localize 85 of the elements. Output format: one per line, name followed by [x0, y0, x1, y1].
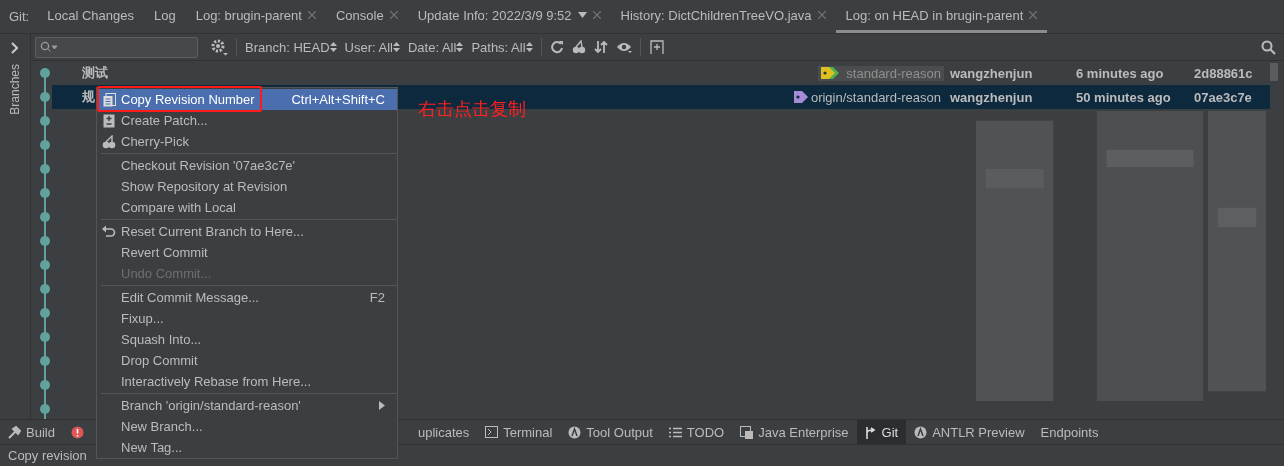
tool-window-button[interactable]: Tool Output	[560, 420, 661, 444]
commit-time: 50 minutes ago	[1076, 89, 1172, 105]
menu-item[interactable]: Compare with Local	[97, 197, 397, 218]
menu-item[interactable]: Edit Commit Message... F2	[97, 287, 397, 308]
terminal-icon	[485, 426, 499, 438]
tool-window-button[interactable]: TODO	[660, 420, 733, 444]
menu-item[interactable]: Interactively Rebase from Here...	[97, 371, 397, 392]
commit-author: wangzhenjun	[950, 65, 1034, 81]
commit-time: 6 minutes ago	[1076, 65, 1165, 81]
tag-icon	[793, 91, 808, 103]
menu-item[interactable]: Reset Current Branch to Here...	[97, 221, 397, 242]
tool-window-button[interactable]: Build	[0, 420, 63, 444]
caret-icon	[577, 12, 587, 18]
close-icon[interactable]	[592, 11, 601, 19]
close-icon[interactable]	[307, 11, 316, 19]
letter-a-circle-icon	[914, 425, 928, 439]
menu-item[interactable]: Show Repository at Revision	[97, 176, 397, 197]
menu-item[interactable]: Revert Commit	[97, 242, 397, 263]
submenu-arrow-icon	[379, 401, 385, 410]
settings-icon[interactable]	[210, 38, 228, 56]
tool-window-button[interactable]: ANTLR Preview	[906, 420, 1033, 444]
search-icon	[40, 41, 58, 53]
menu-item[interactable]: Create Patch...	[97, 110, 397, 131]
search-icon[interactable]	[1261, 39, 1276, 55]
undo-icon	[102, 225, 116, 238]
tab[interactable]: Local Changes	[37, 0, 144, 33]
tool-window-button[interactable]: uplicates	[409, 420, 478, 444]
filter-dropdown[interactable]: User: All	[344, 39, 400, 55]
new-tab-icon[interactable]	[648, 39, 665, 55]
commit-message: 测试	[82, 64, 108, 82]
tool-window-button[interactable]: Endpoints	[1032, 420, 1107, 444]
tab[interactable]: Console	[325, 0, 408, 33]
tab[interactable]: Update Info: 2022/3/9 9:52	[407, 0, 611, 33]
close-icon[interactable]	[389, 11, 398, 19]
commit-row[interactable]: 测试 standard-reason wangzhenjun 6 minutes ago 2d88861c	[52, 61, 1270, 85]
close-icon[interactable]	[1029, 11, 1038, 19]
menu-item[interactable]: Checkout Revision '07ae3c7e'	[97, 155, 397, 176]
up-down-arrows-icon	[392, 41, 400, 52]
list-icon	[668, 426, 682, 438]
menu-item[interactable]: Cherry-Pick	[97, 131, 397, 152]
tab[interactable]: Log: brugin-parent	[185, 0, 326, 33]
cherry-icon[interactable]	[571, 40, 586, 54]
refresh-icon[interactable]	[549, 40, 564, 54]
scrollbar[interactable]	[1270, 63, 1278, 81]
filter-dropdown[interactable]: Date: All	[407, 39, 464, 55]
expand-icon[interactable]	[11, 42, 19, 54]
commit-hash: 07ae3c7e	[1194, 89, 1253, 105]
error-icon	[70, 425, 84, 439]
status-text: Copy revision	[8, 448, 87, 463]
tool-window-button[interactable]: Git	[856, 420, 907, 444]
document-icon	[103, 113, 115, 128]
branches-tab[interactable]: Branches	[8, 64, 22, 115]
search-field[interactable]	[35, 36, 198, 58]
menu-item[interactable]: Fixup...	[97, 308, 397, 329]
tab[interactable]: Log	[143, 0, 186, 33]
commit-hash: 2d88861c	[1194, 65, 1254, 81]
commit-author: wangzhenjun	[950, 89, 1034, 105]
git-branch-icon	[864, 425, 877, 439]
up-down-arrows-icon	[525, 41, 533, 52]
up-down-arrows-icon	[329, 41, 337, 52]
letter-a-circle-icon	[568, 425, 582, 439]
eye-icon[interactable]	[615, 41, 632, 53]
sort-icon[interactable]	[593, 40, 608, 54]
menu-item[interactable]: Squash Into...	[97, 329, 397, 350]
tab[interactable]: History: DictChildrenTreeVO.java	[610, 0, 836, 33]
branch-label: standard-reason	[818, 65, 944, 81]
branch-label: origin/standard-reason	[790, 89, 944, 105]
tool-window-label: Git:	[8, 9, 31, 24]
hammer-icon	[8, 425, 21, 439]
window-icon	[740, 425, 754, 439]
commit-message: 规	[82, 88, 95, 106]
cherry-icon	[102, 134, 116, 149]
tab[interactable]: Log: on HEAD in brugin-parent	[835, 0, 1048, 33]
menu-item[interactable]: New Branch...	[97, 416, 397, 437]
tool-window-button[interactable]: Terminal	[477, 420, 561, 444]
up-down-arrows-icon	[456, 41, 464, 52]
tool-window-button[interactable]: Java Enterprise	[732, 420, 857, 444]
close-icon[interactable]	[817, 11, 826, 19]
copy-icon	[102, 92, 116, 107]
menu-item[interactable]: Copy Revision Number Ctrl+Alt+Shift+C	[97, 89, 397, 110]
menu-item[interactable]: Branch 'origin/standard-reason'	[97, 395, 397, 416]
menu-item[interactable]: New Tag...	[97, 437, 397, 458]
filter-dropdown[interactable]: Paths: All	[471, 39, 533, 55]
filter-dropdown[interactable]: Branch: HEAD	[245, 39, 337, 55]
menu-item[interactable]: Drop Commit	[97, 350, 397, 371]
